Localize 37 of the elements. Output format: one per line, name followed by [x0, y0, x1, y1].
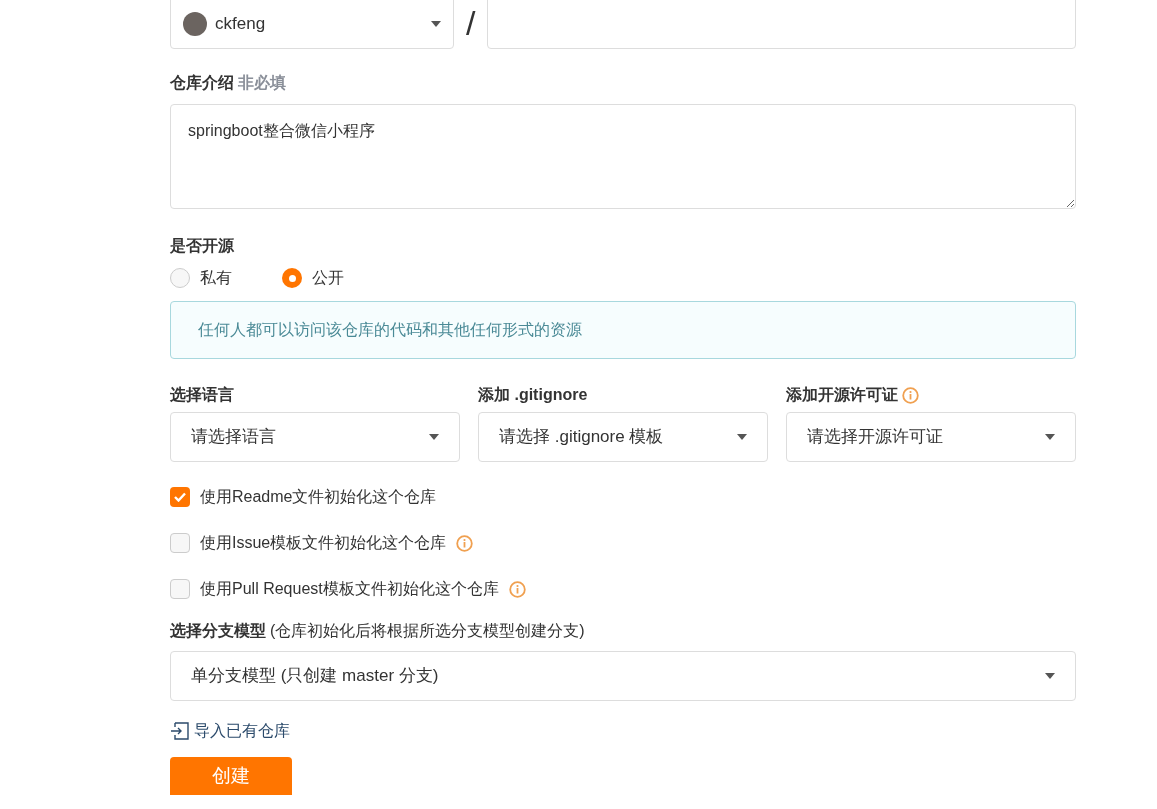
field-hint: (仓库初始化后将根据所选分支模型创建分支) [270, 621, 585, 641]
field-label: 仓库介绍 [170, 73, 234, 93]
radio-button[interactable] [282, 268, 302, 288]
dropdown-select[interactable]: 请选择 .gitignore 模板 [478, 412, 768, 462]
checkbox-label: 使用Readme文件初始化这个仓库 [200, 487, 437, 507]
path-separator: / [465, 3, 477, 44]
caret-icon [429, 434, 439, 440]
radio-label: 公开 [312, 268, 344, 288]
notice-banner: 任何人都可以访问该仓库的代码和其他任何形式的资源 [170, 301, 1076, 359]
checkmark-icon [174, 492, 186, 502]
import-repo-link[interactable]: 导入已有仓库 [170, 719, 290, 743]
field-label: 添加开源许可证 [786, 385, 898, 405]
field-label: 添加 .gitignore [478, 385, 588, 405]
optional-hint: 非必填 [238, 73, 286, 93]
checkbox[interactable] [170, 533, 190, 553]
radio-label: 私有 [200, 268, 232, 288]
field-label: 选择语言 [170, 385, 234, 405]
owner-name: ckfeng [215, 12, 267, 35]
caret-icon [1045, 434, 1055, 440]
caret-icon [431, 20, 441, 27]
repo-name-field[interactable] [487, 0, 1076, 49]
dropdown-select[interactable]: 请选择语言 [170, 412, 460, 462]
owner-select[interactable]: ckfeng [170, 0, 454, 49]
caret-icon [1045, 673, 1055, 679]
import-icon [170, 722, 190, 740]
field-label: 是否开源 [170, 236, 235, 256]
description-field[interactable]: springboot整合微信小程序 [170, 104, 1076, 209]
checkbox-label: 使用Pull Request模板文件初始化这个仓库 [200, 579, 499, 599]
branch-model-select[interactable]: 单分支模型 (只创建 master 分支) [170, 651, 1076, 701]
checkbox-label: 使用Issue模板文件初始化这个仓库 [200, 533, 447, 553]
checkbox[interactable] [170, 579, 190, 599]
avatar [183, 11, 207, 36]
caret-icon [737, 434, 747, 440]
dropdown-select[interactable]: 请选择开源许可证 [786, 412, 1076, 462]
radio-button[interactable] [170, 268, 190, 288]
checkbox[interactable] [170, 487, 190, 507]
field-label: 选择分支模型 [170, 621, 266, 641]
